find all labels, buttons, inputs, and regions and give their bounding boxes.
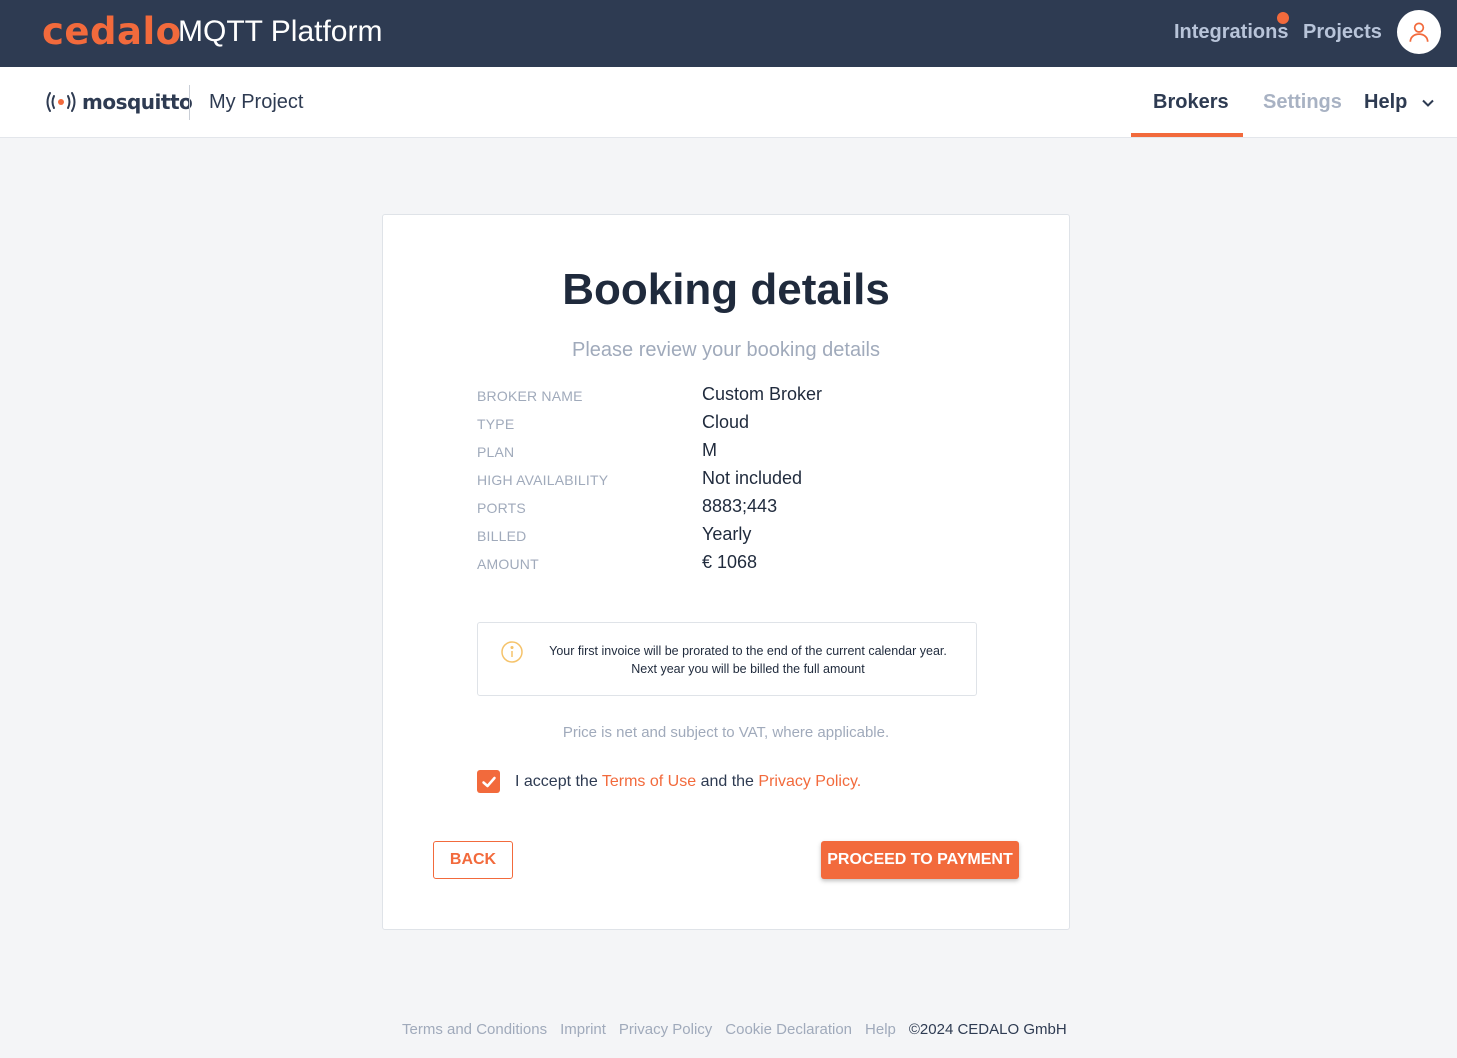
notification-dot	[1277, 12, 1289, 24]
copyright: ©2024 CEDALO GmbH	[908, 1021, 1067, 1038]
page-title: Booking details	[562, 265, 890, 314]
footer-link-terms[interactable]: Terms and Conditions	[402, 1021, 547, 1038]
user-avatar-button[interactable]	[1397, 10, 1441, 54]
privacy-policy-link[interactable]: Privacy Policy.	[758, 773, 861, 790]
project-name[interactable]: My Project	[209, 91, 303, 114]
accept-terms-row: I accept the Terms of Use and the Privac…	[477, 770, 861, 793]
cedalo-logo[interactable]: cedalo	[42, 10, 182, 53]
info-text: Your first invoice will be prorated to t…	[538, 642, 958, 678]
info-line: Your first invoice will be prorated to t…	[549, 644, 947, 658]
detail-label: Ports	[477, 500, 526, 516]
accept-prefix: I accept the	[515, 772, 602, 790]
info-icon	[501, 641, 523, 663]
detail-label: Amount	[477, 556, 539, 572]
detail-row-amount: Amount € 1068	[477, 552, 977, 580]
chevron-down-icon	[1422, 99, 1435, 107]
detail-row-type: Type Cloud	[477, 412, 977, 440]
mosquitto-wordmark: mosquitto	[82, 90, 193, 114]
booking-details-card: Booking details Please review your booki…	[382, 214, 1070, 930]
detail-label: High Availability	[477, 472, 609, 488]
terms-of-use-link[interactable]: Terms of Use	[602, 773, 696, 790]
detail-value: M	[702, 440, 717, 460]
project-header: mosquitto My Project Brokers Settings He…	[0, 67, 1457, 138]
detail-value: 8883;443	[702, 496, 778, 516]
tab-help-label: Help	[1364, 91, 1408, 113]
broadcast-icon	[46, 92, 76, 112]
footer-link-imprint[interactable]: Imprint	[560, 1021, 606, 1038]
user-icon	[1409, 22, 1429, 42]
detail-value: Cloud	[702, 412, 750, 432]
detail-row-high-availability: High Availability Not included	[477, 468, 977, 496]
proration-info-box: Your first invoice will be prorated to t…	[477, 622, 977, 696]
active-tab-indicator	[1131, 133, 1243, 137]
mosquitto-logo[interactable]: mosquitto	[44, 89, 193, 115]
detail-value: Custom Broker	[702, 384, 823, 404]
detail-value: € 1068	[702, 552, 758, 572]
detail-row-ports: Ports 8883;443	[477, 496, 977, 524]
back-button[interactable]: BACK	[433, 841, 513, 879]
top-navigation-bar: cedalo MQTT Platform Integrations Projec…	[0, 0, 1457, 67]
nav-integrations[interactable]: Integrations	[1174, 21, 1288, 44]
detail-row-billed: Billed Yearly	[477, 524, 977, 552]
tab-settings[interactable]: Settings	[1263, 91, 1342, 114]
platform-title: MQTT Platform	[178, 15, 383, 48]
detail-row-broker-name: Broker Name Custom Broker	[477, 384, 977, 412]
page-subtitle: Please review your booking details	[572, 339, 880, 361]
footer-link-help[interactable]: Help	[865, 1021, 896, 1038]
detail-label: Broker Name	[477, 388, 583, 404]
footer-link-cookie[interactable]: Cookie Declaration	[725, 1021, 852, 1038]
checkmark-icon	[481, 776, 496, 787]
detail-value: Not included	[702, 468, 803, 488]
proceed-to-payment-button[interactable]: PROCEED TO PAYMENT	[821, 841, 1019, 879]
detail-label: Billed	[477, 528, 527, 544]
vat-note: Price is net and subject to VAT, where a…	[562, 724, 890, 741]
header-divider	[189, 85, 190, 120]
tab-brokers[interactable]: Brokers	[1153, 91, 1229, 114]
detail-label: Type	[477, 416, 515, 432]
accept-terms-checkbox[interactable]	[477, 770, 500, 793]
footer-link-privacy[interactable]: Privacy Policy	[619, 1021, 712, 1038]
accept-terms-label: I accept the Terms of Use and the Privac…	[515, 773, 861, 791]
nav-projects[interactable]: Projects	[1303, 21, 1382, 44]
detail-row-plan: Plan M	[477, 440, 977, 468]
page-footer: Terms and Conditions Imprint Privacy Pol…	[402, 1021, 1067, 1038]
info-line: Next year you will be billed the full am…	[631, 662, 865, 676]
accept-middle: and the	[696, 772, 759, 790]
detail-value: Yearly	[702, 524, 752, 544]
detail-label: Plan	[477, 444, 515, 460]
tab-help[interactable]: Help	[1364, 91, 1435, 114]
